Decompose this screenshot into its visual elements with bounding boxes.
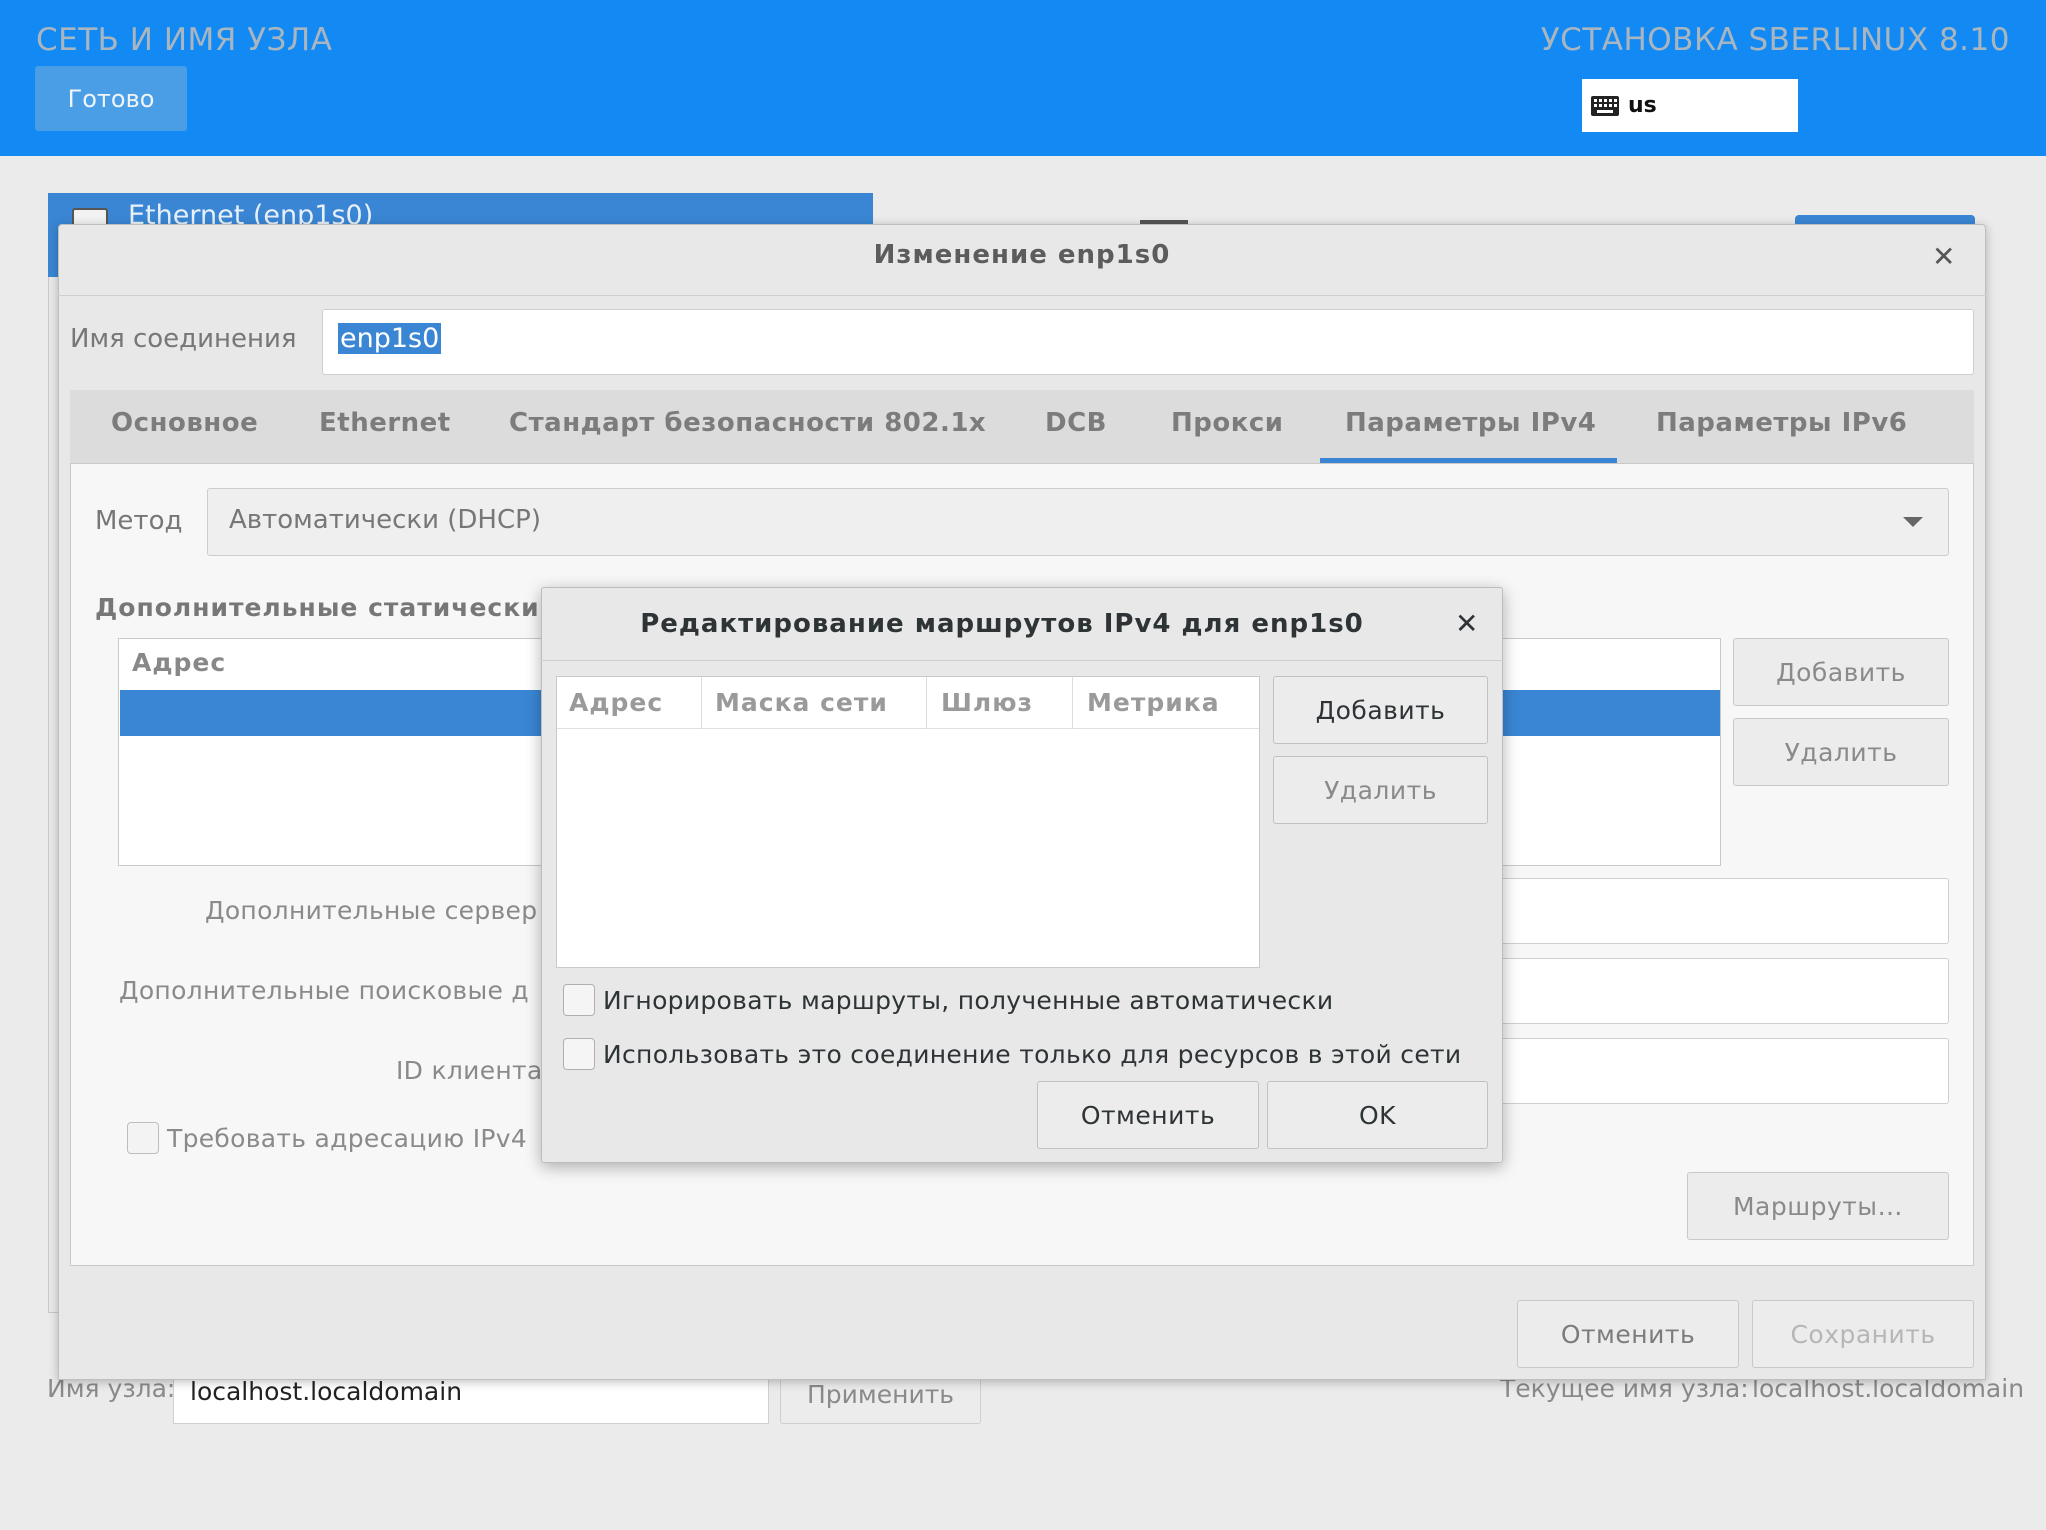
connection-name-input[interactable] [322, 309, 1974, 375]
keyboard-icon [1591, 95, 1619, 116]
require-ipv4-checkbox[interactable] [127, 1122, 159, 1154]
tab-proxy[interactable]: Прокси [1171, 408, 1284, 438]
chevron-down-icon [1903, 517, 1923, 527]
ignore-auto-routes-checkbox[interactable] [563, 984, 595, 1016]
static-addresses-label: Дополнительные статически [95, 593, 540, 622]
tab-dcb[interactable]: DCB [1045, 408, 1107, 438]
dns-servers-input[interactable] [1500, 878, 1949, 944]
column-header-metric[interactable]: Метрика [1087, 688, 1220, 717]
client-id-input[interactable] [1500, 1038, 1949, 1104]
routes-button[interactable]: Маршруты… [1687, 1172, 1949, 1240]
delete-address-button[interactable]: Удалить [1733, 718, 1949, 786]
done-button[interactable]: Готово [35, 66, 187, 131]
title-divider [58, 295, 1986, 296]
address-column-header: Адрес [132, 648, 227, 677]
save-button[interactable]: Сохранить [1752, 1300, 1974, 1368]
column-divider [701, 677, 702, 729]
active-tab-indicator [1320, 458, 1617, 463]
product-title: УСТАНОВКА SBERLINUX 8.10 [1540, 22, 2010, 58]
method-label: Метод [95, 506, 183, 536]
tab-ethernet[interactable]: Ethernet [319, 408, 451, 438]
search-domains-label: Дополнительные поисковые д [119, 976, 530, 1005]
method-value: Автоматически (DHCP) [229, 505, 541, 535]
close-icon[interactable]: ✕ [1455, 607, 1478, 640]
require-ipv4-label: Требовать адресацию IPv4 [167, 1124, 528, 1153]
tab-general[interactable]: Основное [111, 408, 258, 438]
connection-name-label: Имя соединения [70, 324, 297, 354]
only-local-resources-checkbox[interactable] [563, 1038, 595, 1070]
routes-ok-button[interactable]: OK [1267, 1081, 1488, 1149]
keyboard-layout-indicator[interactable]: us [1582, 79, 1798, 132]
column-divider [1072, 677, 1073, 729]
client-id-label: ID клиента [396, 1056, 543, 1085]
column-header-address[interactable]: Адрес [569, 688, 663, 717]
dialog-title: Изменение enp1s0 [873, 240, 1171, 270]
keyboard-layout-label: us [1628, 93, 1657, 118]
dns-servers-label: Дополнительные сервер [205, 896, 538, 925]
column-divider [926, 677, 927, 729]
spoke-title: СЕТЬ И ИМЯ УЗЛА [36, 22, 333, 58]
search-domains-input[interactable] [1500, 958, 1949, 1024]
close-icon[interactable]: ✕ [1932, 240, 1955, 273]
connection-name-value[interactable]: enp1s0 [338, 323, 442, 354]
routes-cancel-button[interactable]: Отменить [1037, 1081, 1259, 1149]
only-local-resources-label: Использовать это соединение только для р… [603, 1040, 1462, 1069]
column-header-netmask[interactable]: Маска сети [715, 688, 888, 717]
ignore-auto-routes-label: Игнорировать маршруты, полученные автома… [603, 986, 1334, 1015]
cancel-button[interactable]: Отменить [1517, 1300, 1739, 1368]
tab-ipv6-settings[interactable]: Параметры IPv6 [1656, 408, 1907, 438]
add-address-button[interactable]: Добавить [1733, 638, 1949, 706]
routes-title-divider [541, 660, 1503, 661]
tab-ipv4-settings[interactable]: Параметры IPv4 [1345, 408, 1596, 438]
add-route-button[interactable]: Добавить [1273, 676, 1488, 744]
column-header-gateway[interactable]: Шлюз [941, 688, 1033, 717]
delete-route-button[interactable]: Удалить [1273, 756, 1488, 824]
tab-8021x-security[interactable]: Стандарт безопасности 802.1x [509, 408, 986, 438]
routes-dialog-title: Редактирование маршрутов IPv4 для enp1s0 [640, 609, 1364, 639]
